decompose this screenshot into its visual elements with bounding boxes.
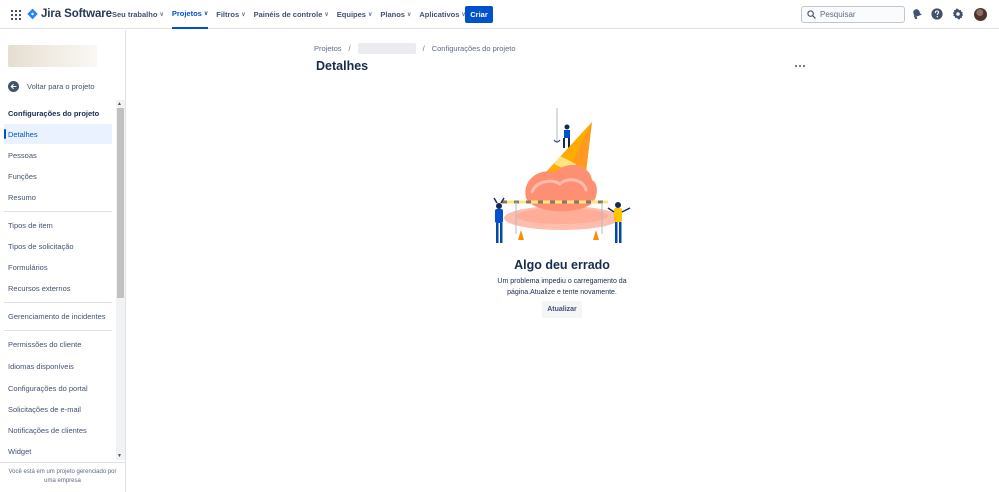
back-to-project-link[interactable]: Voltar para o projeto — [8, 81, 95, 92]
chevron-down-icon: ∨ — [203, 11, 209, 17]
search-input[interactable] — [820, 10, 900, 19]
sidebar-item-resumo[interactable]: Resumo — [4, 187, 112, 207]
chevron-down-icon: ∨ — [159, 12, 164, 18]
breadcrumb: Projetos / / Configurações do projeto — [314, 43, 516, 54]
breadcrumb-project-name-redacted[interactable] — [357, 43, 416, 54]
settings-icon[interactable] — [952, 8, 964, 20]
chevron-down-icon: ∨ — [406, 12, 412, 18]
sidebar-item-pessoas[interactable]: Pessoas — [4, 145, 112, 165]
scroll-up-icon[interactable]: ▲ — [117, 101, 122, 107]
app-switcher-icon[interactable] — [11, 10, 21, 20]
back-to-project-label: Voltar para o projeto — [27, 82, 95, 91]
primary-nav: Seu trabalho ∨ Projetos ∨ Filtros ∨ Painéis… — [112, 0, 474, 29]
breadcrumb-projetos[interactable]: Projetos — [314, 44, 342, 53]
divider — [4, 330, 112, 331]
project-avatar — [8, 45, 97, 67]
project-settings-sidebar: Voltar para o projeto Configurações do p… — [0, 30, 126, 492]
nav-filtros[interactable]: Filtros ∨ — [216, 0, 245, 29]
arrow-left-icon — [8, 81, 19, 92]
sidebar-item-detalhes[interactable]: Detalhes — [4, 124, 112, 144]
breadcrumb-separator: / — [422, 44, 425, 53]
avatar[interactable] — [974, 8, 987, 21]
breadcrumb-separator: / — [348, 44, 351, 53]
sidebar-nav: Configurações do projeto Detalhes Pessoa… — [0, 100, 116, 460]
sidebar-item-permissoes-do-cliente[interactable]: Permissões do cliente — [4, 334, 112, 354]
sidebar-item-funcoes[interactable]: Funções — [4, 166, 112, 186]
sidebar-item-widget[interactable]: Widget — [4, 441, 112, 460]
nav-seu-trabalho[interactable]: Seu trabalho ∨ — [112, 0, 164, 29]
refresh-button[interactable]: Atualizar — [542, 301, 582, 318]
sidebar-item-notificacoes-de-clientes[interactable]: Notificações de clientes — [4, 420, 112, 440]
error-title: Algo deu errado — [514, 258, 610, 272]
sidebar-item-formularios[interactable]: Formulários — [4, 257, 112, 277]
nav-aplicativos[interactable]: Aplicativos ∨ — [419, 0, 465, 29]
nav-equipes[interactable]: Equipes ∨ — [337, 0, 373, 29]
scroll-down-icon[interactable]: ▼ — [117, 453, 122, 459]
breadcrumb-current[interactable]: Configurações do projeto — [432, 44, 516, 53]
chevron-down-icon: ∨ — [367, 12, 373, 18]
chevron-down-icon: ∨ — [324, 12, 329, 18]
divider — [4, 211, 112, 212]
scrollbar-thumb[interactable] — [117, 108, 124, 298]
nav-planos[interactable]: Planos ∨ — [380, 0, 411, 29]
sidebar-item-tipos-de-item[interactable]: Tipos de item — [4, 215, 112, 235]
sidebar-item-gerenciamento-de-incidentes[interactable]: Gerenciamento de incidentes — [4, 306, 112, 326]
chevron-down-icon: ∨ — [241, 12, 246, 18]
search-icon — [807, 10, 816, 19]
more-actions-icon[interactable] — [793, 60, 807, 72]
create-button[interactable]: Criar — [465, 6, 493, 23]
top-navigation: Jira Software Seu trabalho ∨ Projetos ∨ Fi… — [0, 0, 999, 29]
help-icon[interactable] — [931, 8, 943, 20]
error-message: Um problema impediu o carregamento da pá… — [497, 278, 627, 296]
product-name: Jira Software — [41, 8, 112, 20]
sidebar-item-tipos-de-solicitacao[interactable]: Tipos de solicitação — [4, 236, 112, 256]
nav-paineis-de-controle[interactable]: Painéis de controle ∨ — [254, 0, 329, 29]
sidebar-item-solicitacoes-de-e-mail[interactable]: Solicitações de e-mail — [4, 399, 112, 419]
notifications-icon[interactable] — [911, 8, 923, 20]
sidebar-item-configuracoes-do-portal[interactable]: Configurações do portal — [4, 378, 112, 398]
nav-projetos[interactable]: Projetos ∨ — [171, 0, 209, 29]
sidebar-item-recursos-externos[interactable]: Recursos externos — [4, 278, 112, 298]
error-illustration — [493, 108, 631, 243]
divider — [4, 302, 112, 303]
managed-project-notice: Você está em um projeto gerenciado por u… — [0, 462, 125, 491]
jira-logo-icon — [27, 8, 38, 20]
page-title: Detalhes — [316, 59, 369, 73]
jira-logo[interactable]: Jira Software — [27, 8, 112, 20]
sidebar-item-idiomas-disponiveis[interactable]: Idiomas disponíveis — [4, 356, 112, 376]
search-box[interactable] — [801, 6, 905, 23]
section-title: Configurações do projeto — [8, 109, 100, 118]
